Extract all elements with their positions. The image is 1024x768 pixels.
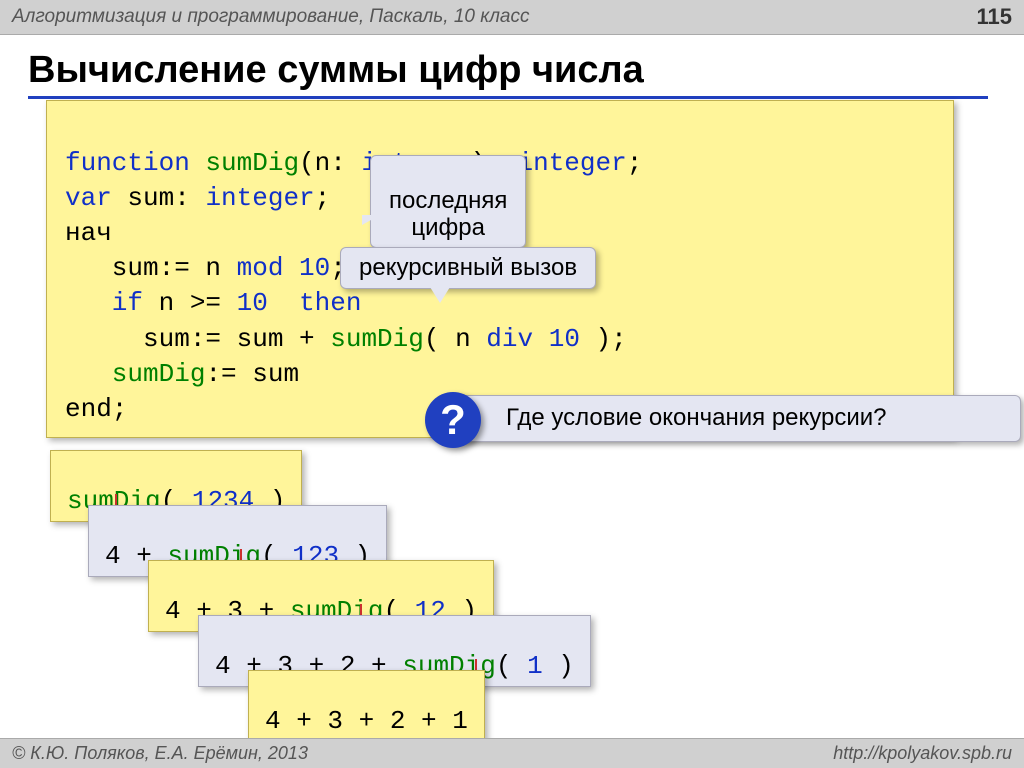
author-label: © К.Ю. Поляков, Е.А. Ерёмин, 2013: [12, 743, 308, 764]
step-5: 4 + 3 + 2 + 1: [248, 670, 485, 742]
callout-recursive: рекурсивный вызов: [340, 247, 596, 289]
page-number: 115: [977, 4, 1013, 30]
slide-header: Алгоритмизация и программирование, Паска…: [0, 0, 1024, 35]
subject-label: Алгоритмизация и программирование, Паска…: [12, 6, 530, 28]
slide-footer: © К.Ю. Поляков, Е.А. Ерёмин, 2013 http:/…: [0, 738, 1024, 768]
callout-last-digit-tail: [362, 215, 380, 225]
callout-question: Где условие окончания рекурсии?: [445, 395, 1021, 442]
slide-title: Вычисление суммы цифр числа: [28, 49, 988, 99]
question-mark-icon: ?: [425, 392, 481, 448]
callout-recursive-tail: [430, 287, 450, 303]
callout-last-digit: последняя цифра: [370, 155, 526, 248]
footer-url: http://kpolyakov.spb.ru: [833, 743, 1012, 764]
